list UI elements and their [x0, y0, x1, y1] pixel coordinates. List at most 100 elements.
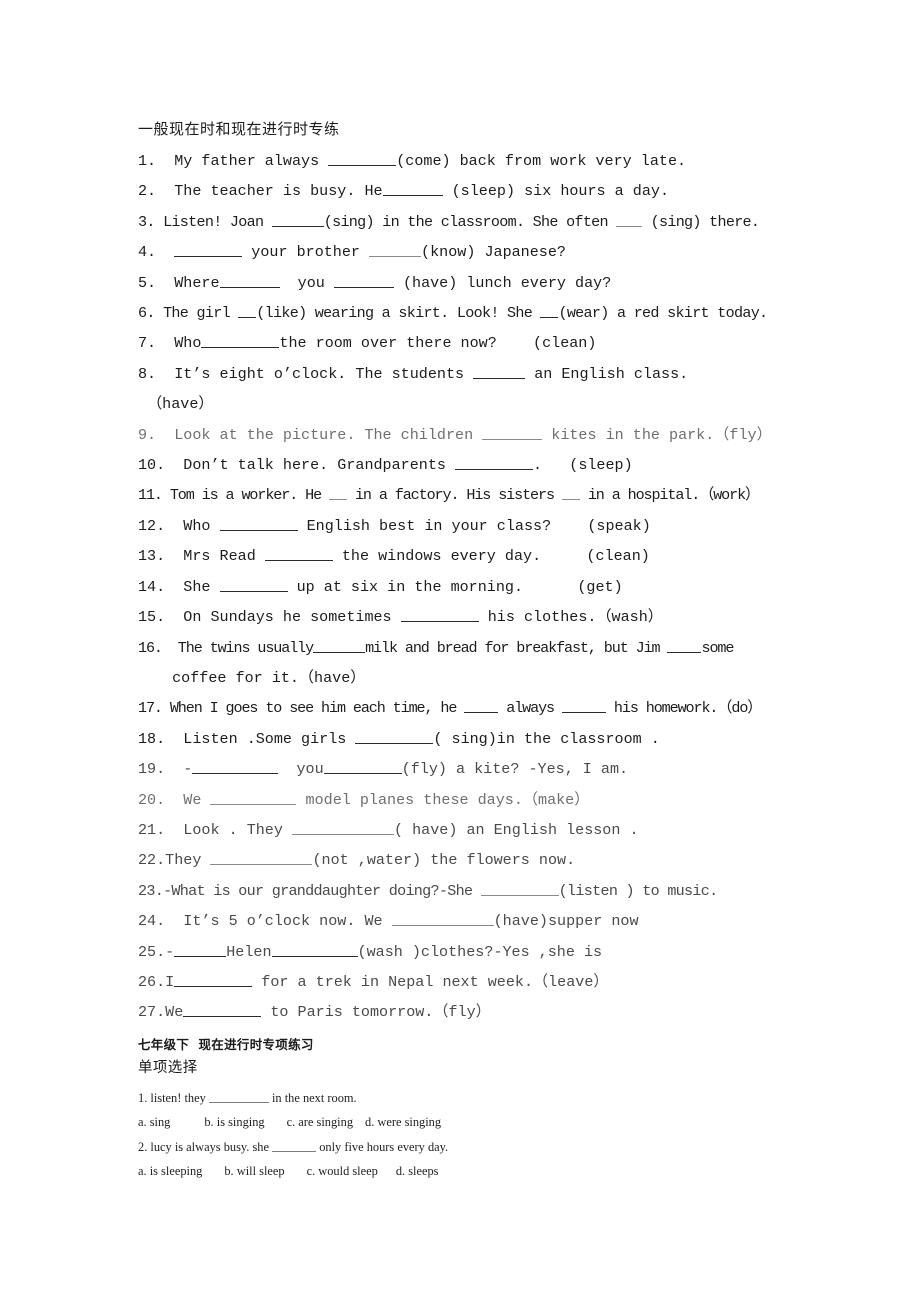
- answer-blank[interactable]: [561, 698, 606, 714]
- exercise-22-text-after: (not ,water) the flowers now.: [312, 851, 576, 870]
- exercise-11-text-mid: in a factory. His sisters: [347, 486, 562, 505]
- answer-blank[interactable]: [540, 303, 559, 319]
- mc-q1-text-after: in the next room.: [268, 1090, 357, 1105]
- exercise-18-text-after: ( sing)in the classroom .: [433, 729, 660, 748]
- mc-option-c[interactable]: c. are singing: [287, 1115, 353, 1129]
- answer-blank[interactable]: [210, 789, 297, 805]
- exercise-line-13: 13. Mrs Read the windows every day. (cle…: [138, 541, 790, 571]
- exercise-5-text-after: (have) lunch every day?: [393, 273, 612, 292]
- exercise-line-2: 2. The teacher is busy. He (sleep) six h…: [138, 176, 790, 206]
- mc-option-d[interactable]: d. were singing: [365, 1115, 441, 1129]
- exercise-line-16-continued: coffee for it.（have）: [154, 668, 366, 687]
- mc-option-a[interactable]: a. is sleeping: [138, 1164, 202, 1178]
- mc-option-b[interactable]: b. will sleep: [224, 1164, 284, 1178]
- exercise-13-text-after: the windows every day. (clean): [332, 547, 650, 566]
- exercise-15-text-after: his clothes.（wash）: [478, 608, 663, 627]
- exercise-26-text-before: 26.I: [138, 972, 175, 991]
- answer-blank[interactable]: [382, 181, 443, 197]
- exercise-23-text-before: 23.-What is our granddaughter doing?-She: [138, 881, 481, 900]
- answer-blank[interactable]: [238, 303, 257, 319]
- exercise-9-text-after: kites in the park.（fly）: [542, 425, 772, 444]
- answer-blank[interactable]: [313, 637, 366, 653]
- exercise-23-text-after: (listen ) to music.: [558, 881, 718, 900]
- answer-blank[interactable]: [391, 911, 494, 927]
- exercise-16-text-mid: milk and bread for breakfast, but Jim: [365, 638, 668, 657]
- exercise-11-text-before: 11. Tom is a worker. He: [138, 486, 329, 505]
- answer-blank[interactable]: [201, 333, 280, 349]
- answer-blank[interactable]: [455, 455, 534, 471]
- exercise-4-text-mid: your brother: [242, 243, 370, 262]
- answer-blank[interactable]: [464, 698, 499, 714]
- exercise-8-text-after: an English class.: [525, 364, 689, 383]
- answer-blank[interactable]: [271, 941, 358, 957]
- answer-blank[interactable]: [174, 941, 227, 957]
- exercise-line-1: 1. My father always (come) back from wor…: [138, 146, 790, 176]
- exercise-line-5: 5. Where you (have) lunch every day?: [138, 268, 790, 298]
- mc-option-c[interactable]: c. would sleep: [307, 1164, 378, 1178]
- answer-blank[interactable]: [183, 1002, 262, 1018]
- answer-blank[interactable]: [473, 364, 526, 379]
- answer-blank[interactable]: [400, 607, 479, 623]
- exercise-line-17: 17. When I goes to see him each time, he…: [138, 693, 790, 723]
- exercise-line-16: 16. The twins usually milk and bread for …: [138, 633, 790, 663]
- answer-blank[interactable]: [291, 820, 394, 835]
- exercise-line-23: 23.-What is our granddaughter doing?-She…: [138, 876, 790, 906]
- answer-blank[interactable]: [369, 242, 422, 258]
- exercise-18-text-before: 18. Listen .Some girls: [138, 729, 356, 748]
- answer-blank[interactable]: [328, 151, 397, 166]
- answer-blank[interactable]: [174, 242, 243, 258]
- exercise-4-text-after: (know) Japanese?: [421, 243, 566, 262]
- exercise-6-text-mid: (like) wearing a skirt. Look! She: [256, 304, 541, 323]
- exercise-9-text-before: 9. Look at the picture. The children: [138, 425, 483, 444]
- answer-blank[interactable]: [329, 485, 347, 501]
- exercise-17-text-mid: always: [498, 699, 562, 718]
- mc-option-d[interactable]: d. sleeps: [396, 1164, 439, 1178]
- exercise-2-text-after: (sleep) six hours a day.: [442, 182, 670, 201]
- exercise-20-text-before: 20. We: [138, 790, 211, 809]
- answer-blank[interactable]: [482, 424, 543, 440]
- exercise-line-15: 15. On Sundays he sometimes his clothes.…: [138, 602, 790, 632]
- answer-blank[interactable]: [616, 211, 643, 227]
- exercise-14-text-before: 14. She: [138, 577, 220, 596]
- exercise-21-text-before: 21. Look . They: [138, 820, 292, 839]
- answer-blank[interactable]: [174, 972, 253, 987]
- exercise-6-text-before: 6. The girl: [138, 304, 239, 323]
- document-body: 一般现在时和现在进行时专练 1. My father always (come)…: [138, 116, 790, 1184]
- exercise-6-text-after: (wear) a red skirt today.: [558, 304, 768, 323]
- exercise-3-text-before: 3. Listen! Joan: [138, 212, 272, 231]
- exercise-7-text-before: 7. Who: [138, 334, 202, 353]
- section-subheading: 单项选择: [138, 1059, 198, 1076]
- answer-blank[interactable]: [667, 637, 702, 653]
- mc-question-1-stem: 1. listen! they in the next room.: [138, 1086, 790, 1111]
- answer-blank[interactable]: [208, 1091, 269, 1103]
- answer-blank[interactable]: [264, 546, 333, 562]
- exercise-line-18: 18. Listen .Some girls ( sing)in the cla…: [138, 724, 790, 754]
- exercise-25-text-before: 25.-: [138, 942, 175, 961]
- exercise-26-text-after: for a trek in Nepal next week.（leave）: [252, 972, 609, 991]
- answer-blank[interactable]: [333, 272, 394, 288]
- exercise-line-21: 21. Look . They ( have) an English lesso…: [138, 815, 790, 845]
- answer-blank[interactable]: [210, 850, 313, 866]
- exercise-line-8-continued: （have）: [138, 395, 214, 414]
- answer-blank[interactable]: [219, 576, 288, 592]
- answer-blank[interactable]: [219, 516, 298, 531]
- answer-blank[interactable]: [219, 272, 280, 288]
- mc-q2-text-before: 2. lucy is always busy. she: [138, 1139, 273, 1154]
- mc-option-b[interactable]: b. is singing: [204, 1115, 264, 1129]
- answer-blank[interactable]: [355, 728, 434, 744]
- exercise-line-9: 9. Look at the picture. The children kit…: [138, 420, 790, 450]
- exercise-19-text-before: 19. -: [138, 760, 193, 779]
- mc-q2-text-after: only five hours every day.: [316, 1139, 449, 1154]
- answer-blank[interactable]: [272, 1140, 317, 1152]
- mc-q1-text-before: 1. listen! they: [138, 1090, 209, 1105]
- answer-blank[interactable]: [271, 211, 324, 227]
- mc-option-a[interactable]: a. sing: [138, 1115, 170, 1129]
- exercise-2-text-before: 2. The teacher is busy. He: [138, 182, 383, 201]
- exercise-27-text-before: 27.We: [138, 1003, 184, 1022]
- answer-blank[interactable]: [323, 759, 402, 775]
- answer-blank[interactable]: [192, 759, 279, 775]
- answer-blank[interactable]: [561, 485, 580, 501]
- exercise-19-text-mid: you: [278, 760, 324, 779]
- exercise-14-text-after: up at six in the morning. (get): [287, 577, 623, 596]
- answer-blank[interactable]: [480, 880, 559, 896]
